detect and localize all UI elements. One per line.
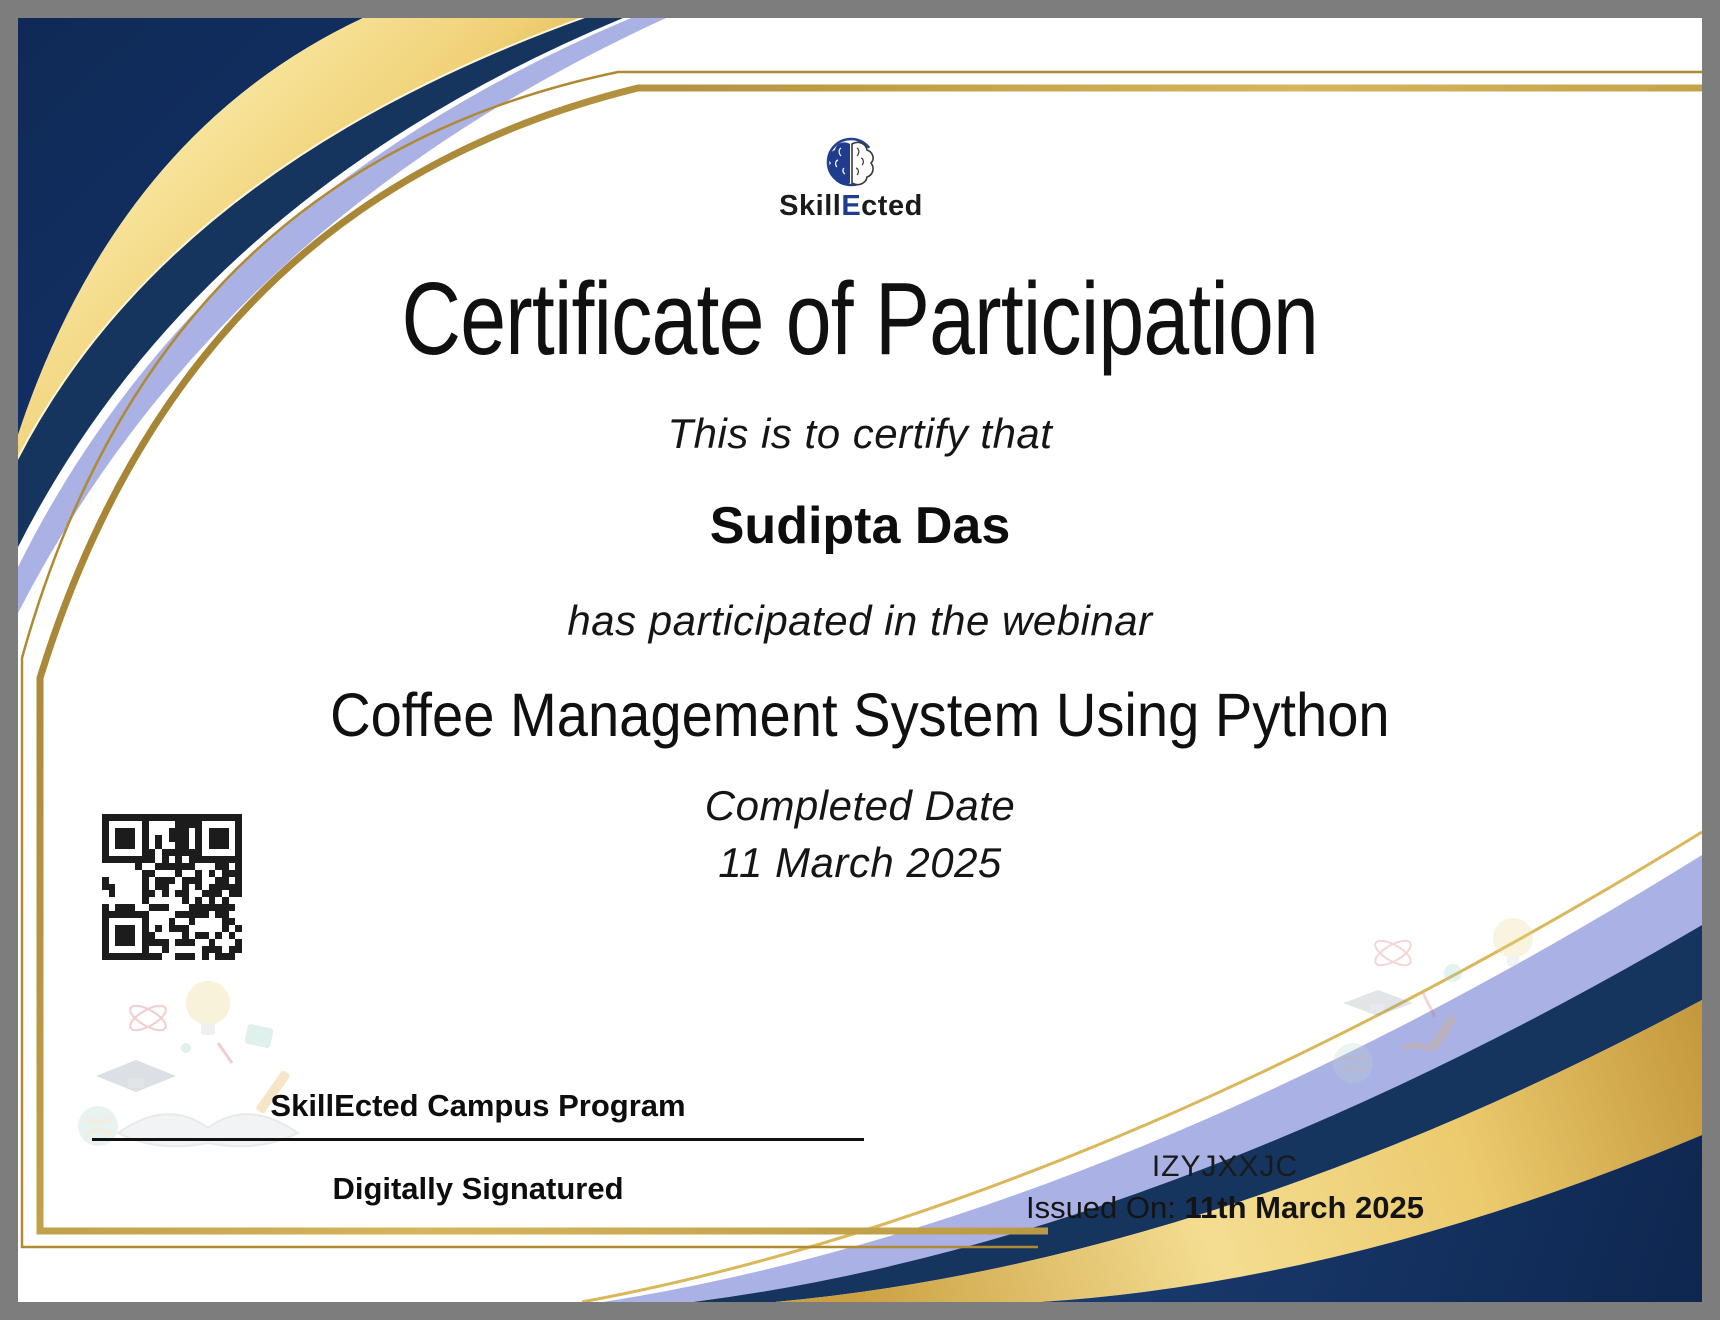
recipient-name: Sudipta Das bbox=[18, 496, 1702, 556]
certificate-page: { "certificate": { "brand": { "wordmark_… bbox=[0, 0, 1720, 1320]
webinar-title: Coffee Management System Using Python bbox=[18, 680, 1702, 750]
certificate-code: IZYJXXJC bbox=[918, 1150, 1532, 1184]
wordmark-accent: E bbox=[841, 190, 861, 222]
completed-date-label: Completed Date bbox=[18, 782, 1702, 830]
qr-code bbox=[102, 814, 242, 960]
signature-organization: SkillEcted Campus Program bbox=[78, 1088, 878, 1124]
wordmark-prefix: Skill bbox=[779, 190, 841, 222]
certificate-title: Certificate of Participation bbox=[18, 260, 1702, 378]
issued-on-date: 11th March 2025 bbox=[1185, 1190, 1425, 1225]
certificate: SkillEcted Certificate of Participation … bbox=[18, 18, 1702, 1302]
signature-line bbox=[92, 1138, 864, 1141]
completed-date-value: 11 March 2025 bbox=[18, 839, 1702, 887]
wordmark-suffix: cted bbox=[861, 190, 923, 222]
brain-logo-icon bbox=[823, 136, 879, 194]
participation-line: has participated in the webinar bbox=[18, 597, 1702, 645]
signature-block: SkillEcted Campus Program Digitally Sign… bbox=[78, 1088, 878, 1207]
brand-wordmark: SkillEcted bbox=[731, 190, 971, 223]
education-doodles-right-icon bbox=[1318, 898, 1548, 1108]
issue-block: IZYJXXJC Issued On: 11th March 2025 bbox=[918, 1150, 1532, 1226]
certify-line: This is to certify that bbox=[18, 410, 1702, 458]
signature-signed-text: Digitally Signatured bbox=[78, 1171, 878, 1207]
issued-on-label: Issued On: bbox=[1026, 1190, 1176, 1225]
issued-on-line: Issued On: 11th March 2025 bbox=[918, 1190, 1532, 1226]
